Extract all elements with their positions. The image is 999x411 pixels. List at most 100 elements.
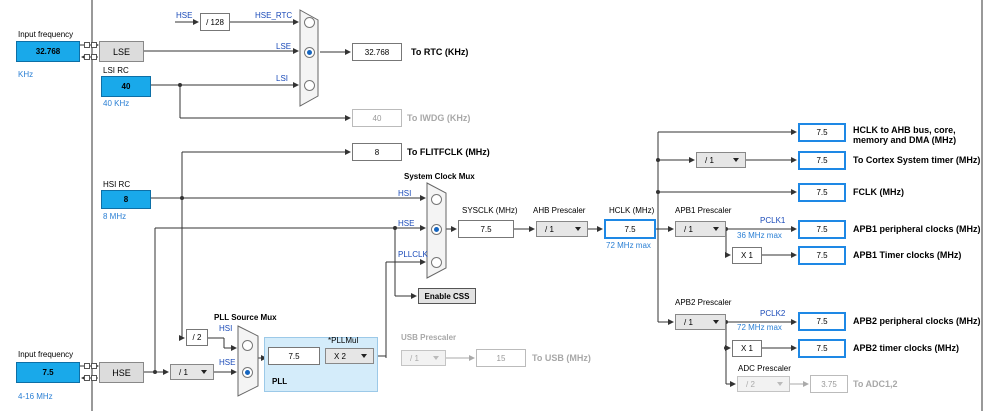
usb-prescaler-select[interactable]: / 1	[401, 350, 446, 366]
enable-css-button[interactable]: Enable CSS	[418, 288, 476, 304]
sysmux-title: System Clock Mux	[404, 172, 475, 181]
apb1-max: 36 MHz max	[737, 231, 782, 240]
apb2-peripheral-label: APB2 peripheral clocks (MHz)	[853, 316, 981, 326]
apb2-peripheral-output: 7.5	[798, 312, 846, 331]
rtc-hse-label: HSE	[176, 11, 193, 20]
rtc-mux-hse-radio[interactable]	[304, 17, 315, 28]
ahb-prescaler-value: / 1	[545, 224, 554, 234]
iwdg-output-value: 40	[352, 109, 402, 127]
sysmux-hsi-label: HSI	[398, 189, 412, 198]
lse-input-unit: KHz	[18, 70, 34, 79]
adc-output-label: To ADC1,2	[853, 379, 898, 389]
sysmux-hse-radio[interactable]	[431, 224, 442, 235]
pll-label: PLL	[272, 377, 288, 386]
sysclk-label: SYSCLK (MHz)	[462, 206, 518, 215]
hse-input-range: 4-16 MHz	[18, 392, 53, 401]
apb1-prescaler-select[interactable]: / 1	[675, 221, 726, 237]
hse-in-port	[84, 363, 90, 369]
rtc-hse-divider: / 128	[200, 13, 230, 31]
flitf-output-value: 8	[352, 143, 402, 161]
adc-prescaler-value: / 2	[746, 379, 755, 389]
lse-out-port	[84, 54, 90, 60]
pll-hse-divider-value: / 1	[179, 367, 188, 377]
apb1-timer-multiplier: X 1	[732, 247, 762, 264]
hse-oscillator[interactable]: HSE	[99, 362, 144, 383]
lsi-value: 40	[101, 76, 151, 97]
iwdg-output-label: To IWDG (KHz)	[407, 113, 471, 123]
apb2-timer-output: 7.5	[798, 339, 846, 358]
pclk2-label: PCLK2	[760, 309, 786, 318]
apb1-peripheral-label: APB1 peripheral clocks (MHz)	[853, 224, 981, 234]
usb-prescaler-label: USB Prescaler	[401, 333, 457, 342]
pll-mux-hsi-radio[interactable]	[242, 340, 253, 351]
pll-hse-divider-select[interactable]: / 1	[170, 364, 214, 380]
fclk-output: 7.5	[798, 183, 846, 202]
pll-mux-hse-label: HSE	[219, 358, 236, 367]
pll-value: 7.5	[268, 347, 320, 365]
adc-prescaler-label: ADC Prescaler	[738, 364, 791, 373]
fclk-label: FCLK (MHz)	[853, 187, 904, 197]
rtc-output-value: 32.768	[352, 43, 402, 61]
apb1-prescaler-label: APB1 Prescaler	[675, 206, 732, 215]
pclk1-label: PCLK1	[760, 216, 786, 225]
apb1-timer-label: APB1 Timer clocks (MHz)	[853, 250, 962, 260]
chevron-down-icon	[733, 158, 739, 162]
rtc-output-label: To RTC (KHz)	[411, 47, 469, 57]
usb-output-label: To USB (MHz)	[532, 353, 591, 363]
hsi-value: 8	[101, 190, 151, 209]
apb1-prescaler-value: / 1	[684, 224, 693, 234]
rtc-mux-lsi-radio[interactable]	[304, 80, 315, 91]
lse-input-field[interactable]: 32.768	[16, 41, 80, 62]
pll-mux-hsi-label: HSI	[219, 324, 233, 333]
adc-prescaler-select[interactable]: / 2	[737, 376, 790, 392]
sysmux-pllclk-radio[interactable]	[431, 257, 442, 268]
adc-output-value: 3.75	[810, 375, 848, 393]
apb1-timer-output: 7.5	[798, 246, 846, 265]
rtc-mux-lse-radio[interactable]	[304, 47, 315, 58]
chevron-down-icon	[713, 320, 719, 324]
ahb-prescaler-select[interactable]: / 1	[536, 221, 588, 237]
cortex-divider-select[interactable]: / 1	[696, 152, 746, 168]
pll-source-mux-title: PLL Source Mux	[214, 313, 277, 322]
chevron-down-icon	[713, 227, 719, 231]
hclk-max: 72 MHz max	[606, 241, 651, 250]
hclk-value-field[interactable]: 7.5	[604, 219, 656, 239]
hse-input-title: Input frequency	[18, 350, 74, 359]
pll-hsi-divider: / 2	[186, 329, 208, 346]
sysmux-hsi-radio[interactable]	[431, 194, 442, 205]
rtc-lsi-label: LSI	[276, 74, 289, 83]
hse-port-b	[91, 375, 97, 381]
flitf-output-label: To FLITFCLK (MHz)	[407, 147, 490, 157]
ahb-prescaler-label: AHB Prescaler	[533, 206, 586, 215]
apb2-prescaler-value: / 1	[684, 317, 693, 327]
pll-mul-select[interactable]: X 2	[325, 348, 374, 364]
rtc-hse-rtc-label: HSE_RTC	[255, 11, 293, 20]
cortex-timer-output: 7.5	[798, 151, 846, 170]
lse-port-b	[91, 54, 97, 60]
lsi-title: LSI RC	[103, 66, 129, 75]
apb2-max: 72 MHz max	[737, 323, 782, 332]
hse-port-a	[91, 363, 97, 369]
hclk-ahb-output: 7.5	[798, 123, 846, 142]
cortex-divider-value: / 1	[705, 155, 714, 165]
pll-mul-value: X 2	[334, 351, 347, 361]
lse-oscillator[interactable]: LSE	[99, 41, 144, 62]
hclk-ahb-label-line2: memory and DMA (MHz)	[853, 135, 957, 145]
hsi-title: HSI RC	[103, 180, 131, 189]
hse-input-field[interactable]: 7.5	[16, 362, 80, 383]
sysmux-pllclk-label: PLLCLK	[398, 250, 428, 259]
hsi-unit: 8 MHz	[103, 212, 127, 221]
sysmux-hse-label: HSE	[398, 219, 415, 228]
rtc-lse-label: LSE	[276, 42, 292, 51]
apb2-prescaler-label: APB2 Prescaler	[675, 298, 732, 307]
apb2-timer-label: APB2 timer clocks (MHz)	[853, 343, 960, 353]
pll-mul-label: *PLLMul	[328, 336, 359, 345]
lse-port-a	[91, 42, 97, 48]
chevron-down-icon	[361, 354, 367, 358]
sysclk-value: 7.5	[458, 220, 514, 238]
apb2-prescaler-select[interactable]: / 1	[675, 314, 726, 330]
hse-out-port	[84, 375, 90, 381]
pll-mux-hse-radio[interactable]	[242, 367, 253, 378]
usb-output-value: 15	[476, 349, 526, 367]
chevron-down-icon	[575, 227, 581, 231]
